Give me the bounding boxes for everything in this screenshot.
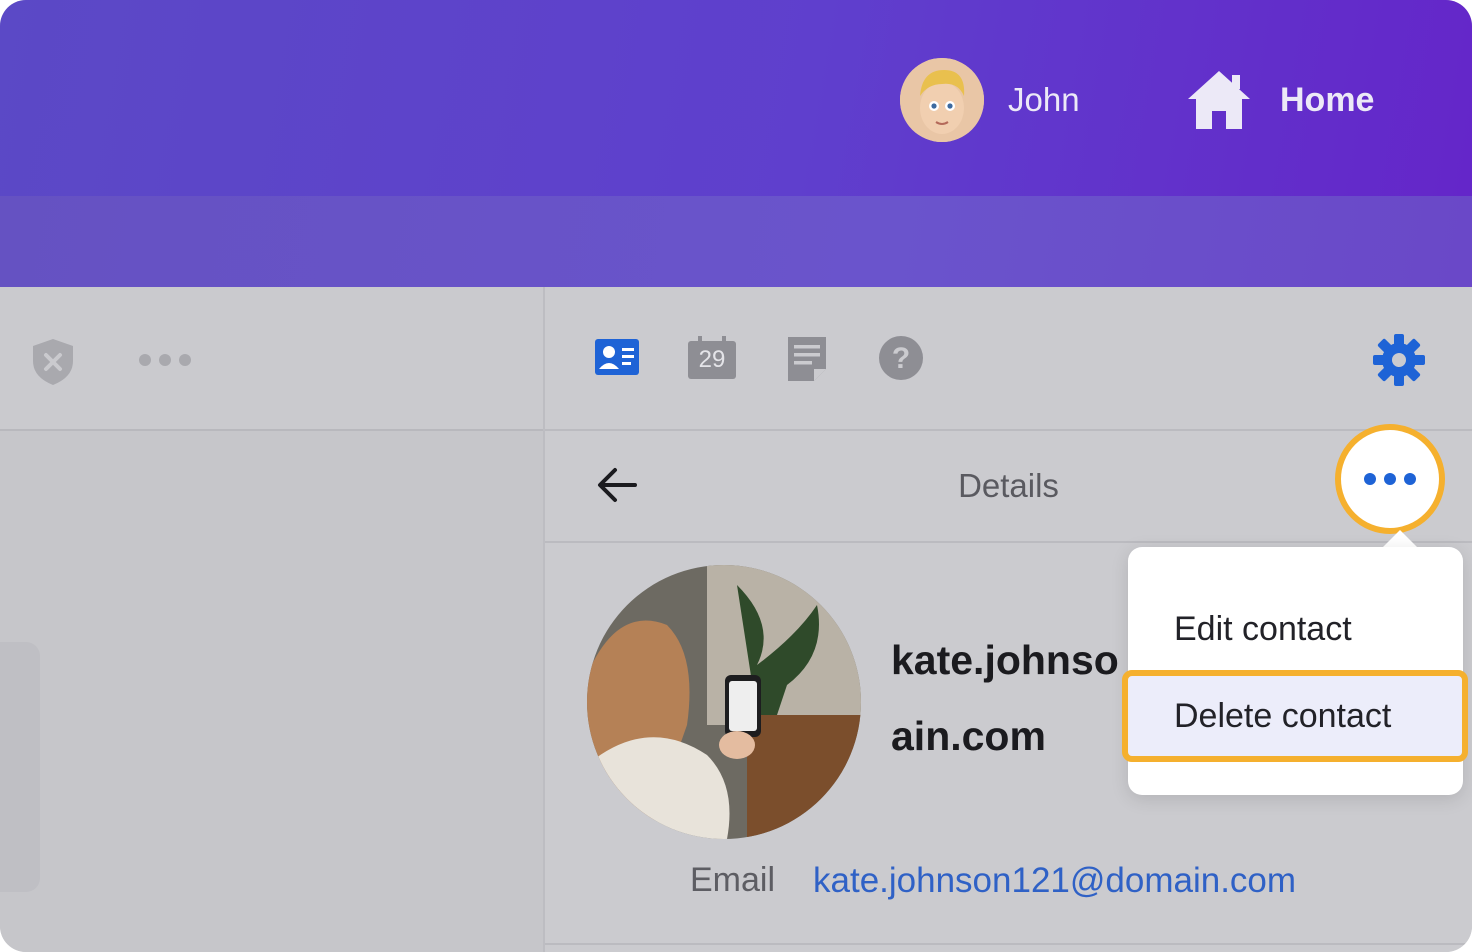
contact-name: kate.johnso [891,637,1119,683]
shield-block-icon[interactable] [30,337,76,387]
more-actions-button[interactable] [1335,424,1445,534]
calendar-button[interactable]: 29 [686,335,738,381]
user-name[interactable]: John [1008,81,1080,119]
memoji-avatar-icon [900,58,984,142]
delete-contact-item[interactable]: Delete contact [1122,670,1468,762]
details-title: Details [958,467,1059,504]
contact-email-short: ain.com [891,713,1046,759]
home-link[interactable]: Home [1186,62,1374,138]
calendar-day: 29 [698,346,726,373]
settings-gear-icon[interactable] [1372,333,1426,387]
left-toolbar [0,287,543,431]
divider [545,943,1472,945]
contact-photo [587,565,861,839]
envelope-illustration [0,642,40,892]
home-label[interactable]: Home [1280,81,1374,120]
email-link[interactable]: kate.johnson121@domain.com [813,861,1296,901]
details-header: Details [545,431,1472,543]
sub-header [0,196,1472,287]
more-options-icon[interactable] [138,353,192,367]
right-toolbar: 29 ? [545,287,1472,431]
contact-actions-menu: Edit contact Delete contact [1122,547,1468,795]
user-avatar[interactable] [900,58,984,142]
left-pane [0,287,545,952]
help-icon[interactable]: ? [878,335,924,381]
top-header: John Home [0,0,1472,196]
more-dots-icon [1364,473,1416,485]
svg-text:?: ? [892,342,910,375]
contacts-icon[interactable] [593,335,641,379]
edit-contact-item[interactable]: Edit contact [1128,589,1463,669]
app-window: John Home 29 ? Details kate.johnso ain.c… [0,0,1472,952]
user-profile[interactable]: John [900,58,1080,142]
notes-icon[interactable] [786,335,828,383]
home-icon [1188,71,1250,129]
email-label: Email [690,861,776,899]
contact-photo-image [587,565,861,839]
menu-caret [1382,530,1418,548]
